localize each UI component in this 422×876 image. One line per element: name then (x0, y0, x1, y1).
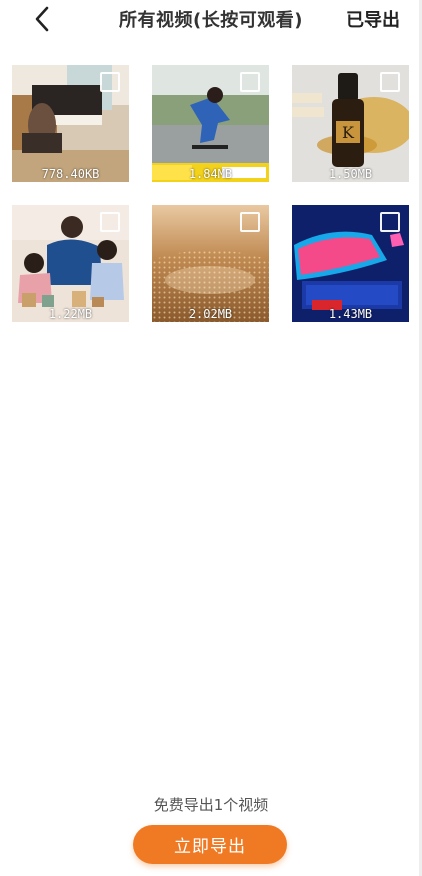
video-size: 1.84MB (188, 167, 233, 181)
video-tile[interactable]: 2.02MB (152, 205, 269, 322)
video-tile[interactable]: K 1.50MB (292, 65, 409, 182)
exported-button[interactable]: 已导出 (346, 6, 400, 32)
video-size: 1.43MB (328, 307, 373, 321)
svg-text:K: K (342, 123, 355, 142)
select-checkbox[interactable] (100, 72, 120, 92)
video-tile[interactable]: 1.43MB (292, 205, 409, 322)
video-tile[interactable]: 1.22MB (12, 205, 129, 322)
free-export-note: 免费导出1个视频 (153, 796, 269, 814)
video-size: 778.40KB (41, 167, 100, 181)
video-size: 1.50MB (328, 167, 373, 181)
video-tile[interactable]: 778.40KB (12, 65, 129, 182)
select-checkbox[interactable] (240, 212, 260, 232)
select-checkbox[interactable] (240, 72, 260, 92)
select-checkbox[interactable] (380, 212, 400, 232)
select-checkbox[interactable] (380, 72, 400, 92)
top-bar: 所有视频(长按可观看) 已导出 (0, 0, 422, 40)
export-now-button[interactable]: 立即导出 (133, 825, 287, 864)
video-tile[interactable]: 1.84MB (152, 65, 269, 182)
select-checkbox[interactable] (100, 212, 120, 232)
video-size: 1.22MB (48, 307, 93, 321)
video-size: 2.02MB (188, 307, 233, 321)
